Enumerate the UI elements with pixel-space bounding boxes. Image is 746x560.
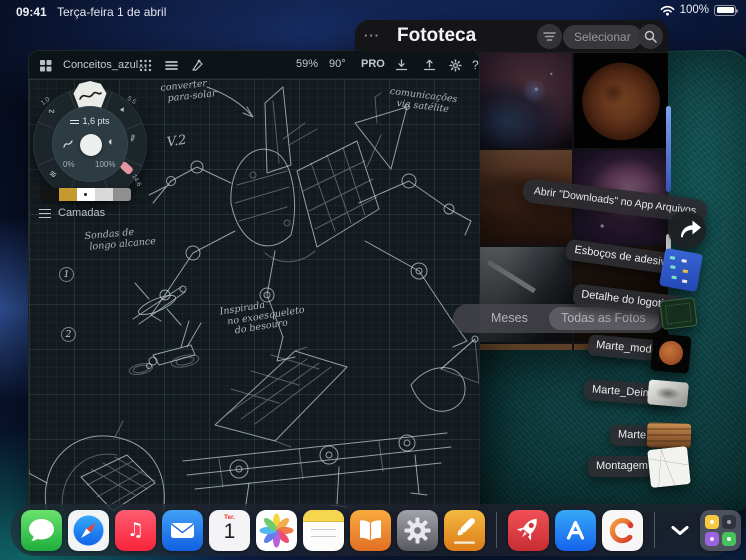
photo-horsehead-nebula[interactable] xyxy=(478,53,572,148)
tab-all-photos[interactable]: Todas as Fotos xyxy=(561,311,646,325)
drawing-app-window: Conceitos_azul... 59% 90° PRO ? converte… xyxy=(28,50,480,512)
battery-icon xyxy=(714,4,738,16)
pro-badge[interactable]: PRO xyxy=(361,58,385,70)
layers-label: Camadas xyxy=(58,207,106,219)
photo-desert-dune[interactable] xyxy=(574,344,668,350)
window-controls-button[interactable]: ··· xyxy=(364,28,380,43)
status-bar: 09:41 Terça-feira 1 de abril 100% xyxy=(0,0,746,22)
clock: 09:41 xyxy=(16,5,47,19)
annotation-number-1: 1 xyxy=(59,267,74,282)
opacity-min-label: 0% xyxy=(63,160,75,169)
dock-app-library[interactable] xyxy=(700,509,741,551)
rotation-value[interactable]: 90° xyxy=(329,58,346,70)
photos-segmented-control: Meses Todas as Fotos xyxy=(453,304,665,333)
status-date: Terça-feira 1 de abril xyxy=(57,5,167,19)
dock-app-rocket[interactable] xyxy=(508,509,549,551)
dock-app-photos[interactable] xyxy=(256,509,297,551)
dock: ♫ Ter. 1 xyxy=(11,504,741,556)
color-swatch-5[interactable] xyxy=(113,188,131,201)
app-library-tile-green xyxy=(722,531,736,546)
dock-app-messages[interactable] xyxy=(21,509,62,551)
app-library-tile-yellow xyxy=(705,514,719,529)
tool-value-3: 14.6 xyxy=(130,173,143,188)
help-button[interactable]: ? xyxy=(472,58,479,72)
app-library-tile-purple xyxy=(705,531,719,546)
battery-percent: 100% xyxy=(679,4,709,16)
clipped-window-edge-blue xyxy=(666,106,671,192)
dock-app-calendar[interactable]: Ter. 1 xyxy=(209,509,250,551)
select-button[interactable]: Selecionar xyxy=(563,25,642,49)
smoothing-icon xyxy=(63,140,73,148)
brush-stroke-preview-icon xyxy=(79,91,102,100)
wifi-icon xyxy=(660,5,674,16)
color-swatch-2[interactable] xyxy=(59,188,77,201)
active-swatch-marker xyxy=(84,193,87,196)
opacity-max-label: 100% xyxy=(95,160,116,169)
filter-icon xyxy=(543,32,556,41)
zoom-level[interactable]: 59% xyxy=(296,58,318,70)
vector-nib-icon[interactable] xyxy=(191,59,204,72)
photos-header: ··· Fototeca Selecionar xyxy=(355,20,668,53)
stroke-size-label: 1,6 pts xyxy=(53,116,127,126)
clipped-window-edge-white xyxy=(666,234,671,282)
chevron-down-icon xyxy=(671,525,689,535)
photo-mars-planet[interactable] xyxy=(574,53,668,148)
dock-app-concepts[interactable] xyxy=(602,509,643,551)
settings-gear-icon[interactable] xyxy=(449,59,462,72)
photo-orion-nebula[interactable] xyxy=(574,150,668,245)
color-swatch-4[interactable] xyxy=(95,188,113,201)
color-swatch-bar[interactable] xyxy=(41,188,131,201)
document-title[interactable]: Conceitos_azul... xyxy=(63,59,147,71)
precision-grid-icon[interactable] xyxy=(139,59,152,72)
tab-months[interactable]: Meses xyxy=(491,311,528,325)
drawing-toolbar: Conceitos_azul... 59% 90° PRO ? xyxy=(29,51,479,79)
app-library-tile-dark xyxy=(722,514,736,529)
annotation-version: V.2 xyxy=(165,132,188,151)
dock-divider xyxy=(654,512,655,548)
status-indicators: 100% xyxy=(660,4,738,16)
dock-app-mail[interactable] xyxy=(162,509,203,551)
dock-hide-button[interactable] xyxy=(666,510,694,551)
gallery-grid-icon[interactable] xyxy=(39,59,52,72)
layers-icon xyxy=(39,208,51,218)
color-puck[interactable] xyxy=(80,134,102,156)
stroke-lines-icon xyxy=(70,120,80,124)
color-swatch-3[interactable] xyxy=(77,188,95,201)
color-swatch-1[interactable] xyxy=(41,188,59,201)
search-icon xyxy=(644,30,657,43)
ipad-screen: 09:41 Terça-feira 1 de abril 100% Meses … xyxy=(0,0,746,560)
page-title: Fototeca xyxy=(397,25,477,46)
calendar-day: 1 xyxy=(223,519,236,543)
layers-row[interactable]: Camadas xyxy=(39,207,105,219)
dock-app-music[interactable]: ♫ xyxy=(115,509,156,551)
dock-app-safari[interactable] xyxy=(68,509,109,551)
import-icon[interactable] xyxy=(395,59,408,72)
photo-desert-mountains[interactable] xyxy=(478,150,572,245)
dock-app-settings[interactable] xyxy=(397,509,438,551)
layers-lines-icon[interactable] xyxy=(165,59,178,72)
dock-app-sketch-pen[interactable] xyxy=(444,509,485,551)
filter-button[interactable] xyxy=(537,24,562,49)
dock-app-notes[interactable] xyxy=(303,509,344,551)
tool-wheel-hub[interactable]: 1,6 pts ◐ 0% 100% xyxy=(52,106,128,182)
tool-wheel[interactable]: ∿ ▲ ✎ ≋ 1.0 5.5 14.6 6.0 1,6 pts ◐ 0% 10… xyxy=(33,81,147,201)
dock-app-books[interactable] xyxy=(350,509,391,551)
dock-divider xyxy=(496,512,497,548)
photo-rover-desert[interactable] xyxy=(478,344,572,350)
dock-app-app-store[interactable] xyxy=(555,509,596,551)
export-icon[interactable] xyxy=(423,59,436,72)
opacity-icon: ◐ xyxy=(108,136,115,148)
annotation-number-2: 2 xyxy=(61,327,76,342)
search-button[interactable] xyxy=(638,24,663,49)
